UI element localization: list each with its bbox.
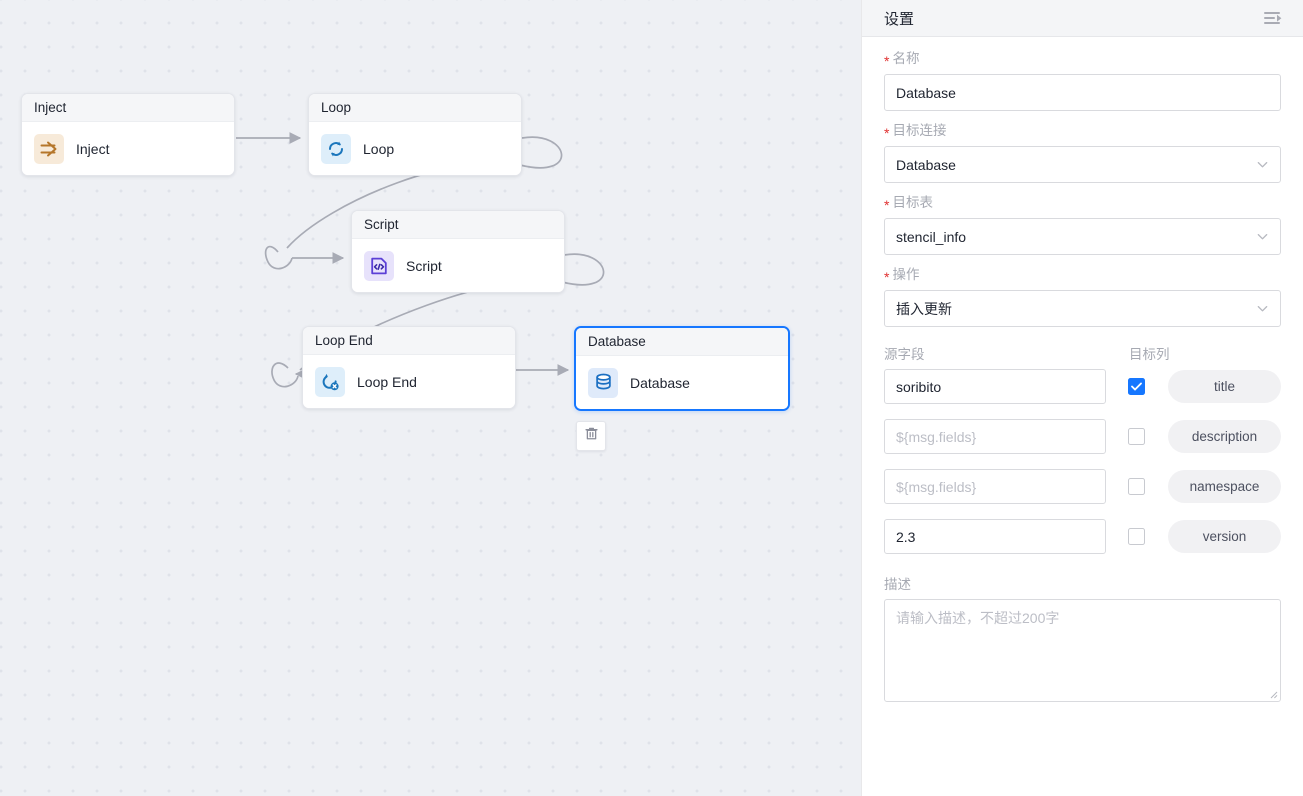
edge-loopend-entry-loop	[272, 363, 298, 387]
required-marker: *	[884, 198, 889, 212]
source-field-input[interactable]: soribito	[884, 369, 1106, 404]
connection-select-value: Database	[896, 157, 956, 173]
mapping-row: ${msg.fields} description	[884, 419, 1281, 454]
flow-node-database[interactable]: Database Database	[574, 326, 790, 411]
node-header-loop: Loop	[309, 94, 521, 122]
source-field-input[interactable]: ${msg.fields}	[884, 419, 1106, 454]
label-operation-text: 操作	[892, 266, 919, 284]
table-select-value: stencil_info	[896, 229, 966, 245]
check-icon	[1131, 382, 1142, 391]
settings-panel-header: 设置	[862, 0, 1303, 37]
source-field-input[interactable]: 2.3	[884, 519, 1106, 554]
mapping-checkbox[interactable]	[1128, 378, 1145, 395]
name-input[interactable]: Database	[884, 74, 1281, 111]
label-table-text: 目标表	[892, 194, 933, 212]
chevron-down-icon	[1256, 230, 1269, 243]
target-column-pill[interactable]: version	[1168, 520, 1281, 553]
node-label-database: Database	[630, 375, 690, 391]
delete-node-button[interactable]	[576, 421, 606, 451]
chevron-down-icon	[1256, 158, 1269, 171]
mapping-row: ${msg.fields} namespace	[884, 469, 1281, 504]
flow-node-script[interactable]: Script Script	[351, 210, 565, 293]
field-operation: * 操作 插入更新	[884, 266, 1281, 327]
label-connection-text: 目标连接	[892, 122, 946, 140]
required-marker: *	[884, 270, 889, 284]
chevron-down-icon	[1256, 302, 1269, 315]
required-marker: *	[884, 54, 889, 68]
label-description: 描述	[884, 573, 1281, 593]
target-column-header: 目标列	[1106, 343, 1170, 363]
node-label-inject: Inject	[76, 141, 109, 157]
target-column-pill[interactable]: namespace	[1168, 470, 1281, 503]
field-table: * 目标表 stencil_info	[884, 194, 1281, 255]
database-icon	[588, 368, 618, 398]
panel-title: 设置	[884, 8, 914, 29]
source-field-input[interactable]: ${msg.fields}	[884, 469, 1106, 504]
node-header-script: Script	[352, 211, 564, 239]
flow-node-loop[interactable]: Loop Loop	[308, 93, 522, 176]
mapping-checkbox[interactable]	[1128, 478, 1145, 495]
node-label-loop: Loop	[363, 141, 394, 157]
node-body-loop-end: Loop End	[303, 355, 515, 408]
flow-canvas[interactable]: Inject Inject Loop	[0, 0, 861, 796]
label-connection: * 目标连接	[884, 122, 1281, 140]
mapping-row: 2.3 version	[884, 519, 1281, 554]
settings-panel-body: * 名称 Database * 目标连接 Database	[862, 37, 1303, 796]
node-header-database: Database	[576, 328, 788, 356]
flow-node-loop-end[interactable]: Loop End Loop End	[302, 326, 516, 409]
trash-icon	[584, 426, 599, 446]
collapse-panel-icon[interactable]	[1264, 11, 1283, 26]
node-body-loop: Loop	[309, 122, 521, 175]
node-body-database: Database	[576, 356, 788, 409]
loop-refresh-icon	[321, 134, 351, 164]
node-header-inject: Inject	[22, 94, 234, 122]
label-name: * 名称	[884, 50, 1281, 68]
node-header-loop-end: Loop End	[303, 327, 515, 355]
mapping-headers: 源字段 目标列	[884, 343, 1281, 363]
target-column-pill[interactable]: description	[1168, 420, 1281, 453]
mapping-checkbox[interactable]	[1128, 528, 1145, 545]
node-label-script: Script	[406, 258, 442, 274]
table-select[interactable]: stencil_info	[884, 218, 1281, 255]
connection-select[interactable]: Database	[884, 146, 1281, 183]
flow-node-inject[interactable]: Inject Inject	[21, 93, 235, 176]
field-connection: * 目标连接 Database	[884, 122, 1281, 183]
settings-panel: 设置 * 名称 Database * 目标连接	[861, 0, 1303, 796]
loop-end-icon	[315, 367, 345, 397]
field-name: * 名称 Database	[884, 50, 1281, 111]
description-textarea[interactable]: 请输入描述，不超过200字	[884, 599, 1281, 702]
target-column-pill[interactable]: title	[1168, 370, 1281, 403]
edge-script-entry-loop	[266, 247, 292, 269]
node-body-script: Script	[352, 239, 564, 292]
required-marker: *	[884, 126, 889, 140]
label-name-text: 名称	[892, 50, 919, 68]
node-body-inject: Inject	[22, 122, 234, 175]
label-table: * 目标表	[884, 194, 1281, 212]
inject-arrow-icon	[34, 134, 64, 164]
resize-grip-icon	[1268, 689, 1278, 699]
label-operation: * 操作	[884, 266, 1281, 284]
operation-select[interactable]: 插入更新	[884, 290, 1281, 327]
operation-select-value: 插入更新	[896, 299, 952, 319]
script-code-icon	[364, 251, 394, 281]
node-label-loop-end: Loop End	[357, 374, 417, 390]
mapping-checkbox[interactable]	[1128, 428, 1145, 445]
workflow-editor: Inject Inject Loop	[0, 0, 1303, 796]
source-field-header: 源字段	[884, 343, 1106, 363]
mapping-row: soribito title	[884, 369, 1281, 404]
